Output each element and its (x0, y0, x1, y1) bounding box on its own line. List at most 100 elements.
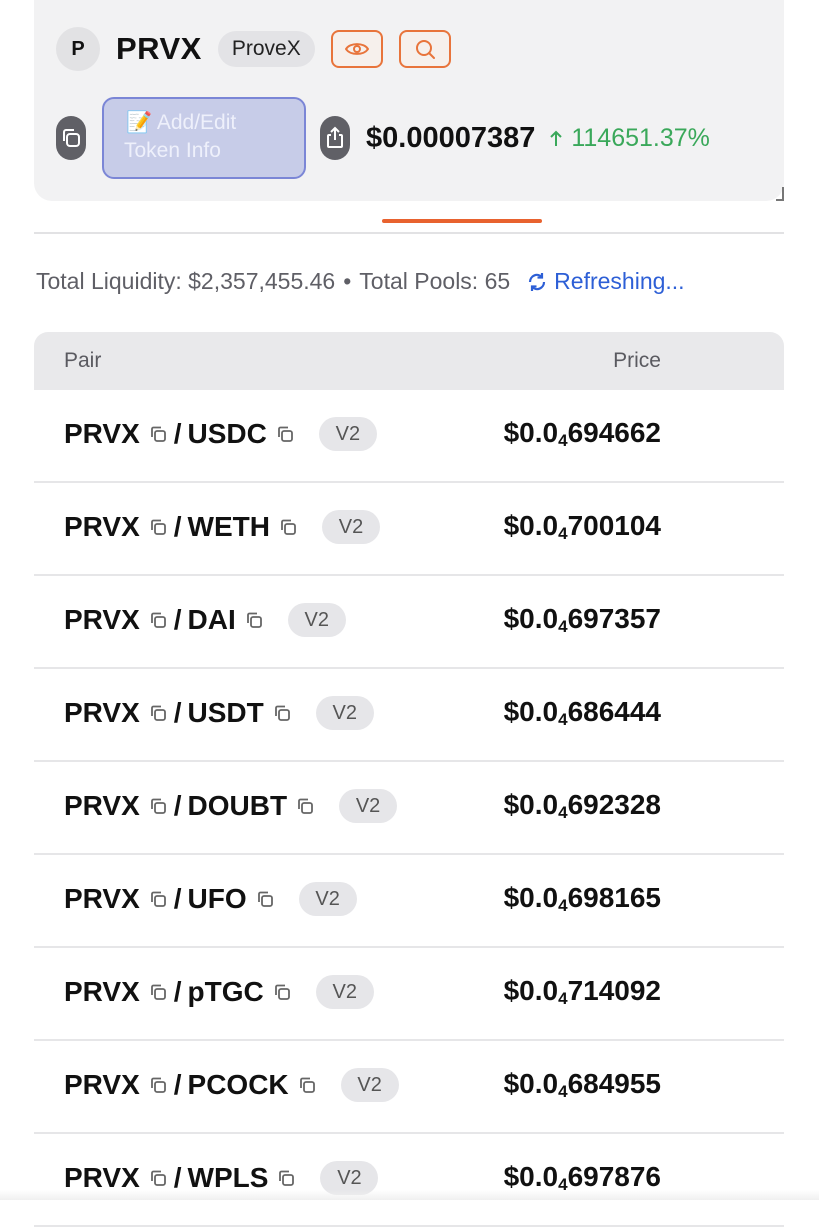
price-zero-count: 4 (558, 989, 568, 1008)
refresh-label: Refreshing... (554, 268, 685, 294)
watch-button[interactable] (330, 30, 383, 68)
refresh-icon (529, 272, 546, 291)
total-liquidity: Total Liquidity: $2,357,455.46 (36, 268, 336, 294)
pair-price: $0.04692328 (504, 789, 661, 823)
quote-token[interactable]: USDC (188, 418, 267, 450)
table-row[interactable]: PRVX / USDC V2 $0.04694662 (34, 390, 784, 483)
price-digits: 692328 (567, 789, 661, 820)
copy-icon[interactable] (148, 703, 168, 723)
price-zero-count: 4 (558, 617, 568, 636)
pair-price: $0.04686444 (504, 696, 661, 730)
search-button[interactable] (398, 30, 451, 68)
base-token[interactable]: PRVX (64, 790, 140, 822)
token-price: $0.00007387 (366, 121, 536, 154)
copy-icon[interactable] (278, 517, 298, 537)
pair-price: $0.04684955 (504, 1068, 661, 1102)
token-name-badge: ProveX (217, 31, 315, 67)
price-zero-count: 4 (558, 896, 568, 915)
table-row[interactable]: PRVX / WETH V2 $0.04700104 (34, 483, 784, 576)
version-badge: V2 (340, 1068, 399, 1102)
copy-icon[interactable] (148, 424, 168, 444)
copy-address-button[interactable] (56, 116, 86, 160)
pools-table-body: PRVX / USDC V2 $0.04694662 PRVX / WETH V2 $0.0470… (34, 390, 784, 1227)
copy-icon[interactable] (148, 796, 168, 816)
table-row[interactable]: PRVX / UFO V2 $0.04698165 (34, 855, 784, 948)
base-token[interactable]: PRVX (64, 604, 140, 636)
price-zero-count: 4 (558, 431, 568, 450)
total-pools: Total Pools: 65 (359, 268, 511, 294)
base-token[interactable]: PRVX (64, 1069, 140, 1101)
base-token[interactable]: PRVX (64, 883, 140, 915)
price-prefix: $0.0 (503, 696, 559, 727)
price-prefix: $0.0 (503, 510, 559, 541)
copy-icon[interactable] (148, 1168, 168, 1188)
version-badge: V2 (318, 417, 377, 451)
price-digits: 694662 (567, 417, 661, 448)
quote-token[interactable]: DOUBT (188, 790, 288, 822)
copy-icon[interactable] (272, 982, 292, 1002)
arrow-up-icon (550, 130, 563, 146)
table-row[interactable]: PRVX / DOUBT V2 $0.04692328 (34, 762, 784, 855)
pair-separator: / (173, 1069, 182, 1100)
stats-separator: • (343, 268, 352, 294)
pair-cell: PRVX / WETH V2 (64, 510, 380, 544)
quote-token[interactable]: pTGC (188, 976, 264, 1008)
copy-icon[interactable] (244, 610, 264, 630)
pair-cell: PRVX / USDC V2 (64, 417, 377, 451)
table-row[interactable]: PRVX / DAI V2 $0.04697357 (34, 576, 784, 669)
copy-icon[interactable] (148, 982, 168, 1002)
pair-separator: / (173, 976, 182, 1007)
version-badge: V2 (321, 510, 380, 544)
table-row[interactable]: PRVX / pTGC V2 $0.04714092 (34, 948, 784, 1041)
copy-icon[interactable] (295, 796, 315, 816)
base-token[interactable]: PRVX (64, 976, 140, 1008)
refresh-button[interactable]: Refreshing... (526, 268, 685, 295)
pair-price: $0.04694662 (504, 417, 661, 451)
copy-icon[interactable] (148, 517, 168, 537)
copy-icon[interactable] (255, 889, 275, 909)
price-zero-count: 4 (558, 1082, 568, 1101)
price-digits: 697876 (567, 1161, 661, 1192)
copy-icon[interactable] (276, 1168, 296, 1188)
base-token[interactable]: PRVX (64, 511, 140, 543)
pair-separator: / (173, 604, 182, 635)
price-digits: 700104 (567, 510, 661, 541)
copy-icon[interactable] (272, 703, 292, 723)
token-symbol: PRVX (116, 31, 202, 66)
price-prefix: $0.0 (503, 1068, 559, 1099)
price-prefix: $0.0 (503, 603, 559, 634)
pair-column-header: Pair (64, 349, 102, 372)
share-icon (327, 126, 343, 148)
quote-token[interactable]: USDT (188, 697, 264, 729)
add-edit-token-info-button[interactable]: 📝 Add/Edit Token Info (102, 97, 306, 179)
copy-icon (63, 129, 80, 147)
copy-icon[interactable] (148, 889, 168, 909)
quote-token[interactable]: WETH (188, 511, 270, 543)
pair-separator: / (173, 511, 182, 542)
quote-token[interactable]: DAI (188, 604, 236, 636)
search-icon (415, 40, 435, 59)
base-token[interactable]: PRVX (64, 418, 140, 450)
share-button[interactable] (320, 116, 350, 160)
price-zero-count: 4 (558, 803, 568, 822)
quote-token[interactable]: PCOCK (188, 1069, 289, 1101)
base-token[interactable]: PRVX (64, 697, 140, 729)
copy-icon[interactable] (148, 610, 168, 630)
version-badge: V2 (339, 789, 398, 823)
version-badge: V2 (287, 603, 346, 637)
price-digits: 698165 (567, 882, 661, 913)
pool-stats: Total Liquidity: $2,357,455.46 • Total P… (36, 268, 685, 295)
table-row[interactable]: PRVX / USDT V2 $0.04686444 (34, 669, 784, 762)
version-badge: V2 (315, 696, 374, 730)
table-row[interactable]: PRVX / PCOCK V2 $0.04684955 (34, 1041, 784, 1134)
copy-icon[interactable] (148, 1075, 168, 1095)
copy-icon[interactable] (275, 424, 295, 444)
copy-icon[interactable] (297, 1075, 317, 1095)
version-badge: V2 (315, 975, 374, 1009)
price-digits: 697357 (567, 603, 661, 634)
pair-price: $0.04700104 (504, 510, 661, 544)
token-header-card: P PRVX ProveX 📝 Add/Edit Token Info $0.0… (34, 0, 784, 201)
quote-token[interactable]: UFO (188, 883, 247, 915)
eye-icon (344, 43, 369, 55)
table-row[interactable]: PRVX / WPLS V2 $0.04697876 (34, 1134, 784, 1227)
